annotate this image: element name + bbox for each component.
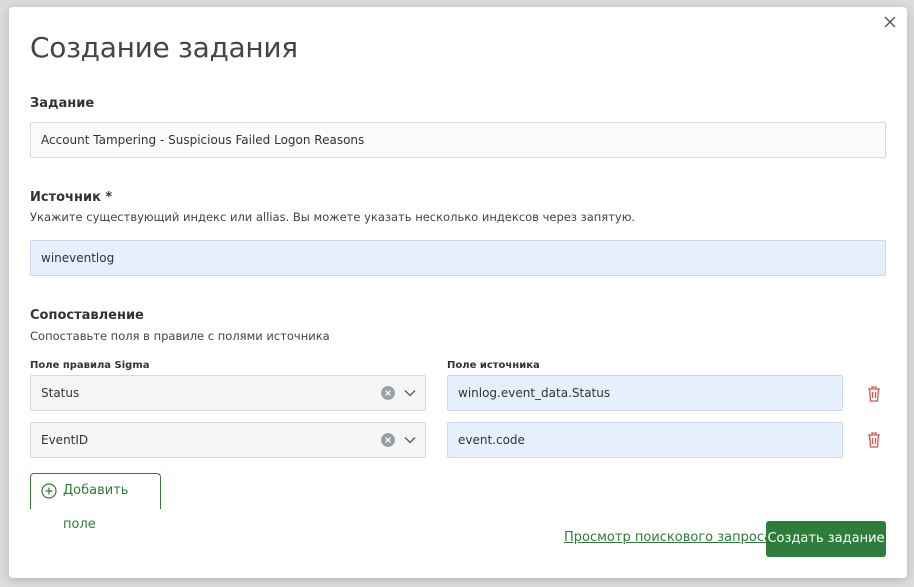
preview-query-link[interactable]: Просмотр поискового запроса [564, 530, 772, 545]
source-field-input[interactable]: winlog.event_data.Status [447, 375, 843, 411]
source-input[interactable]: wineventlog [30, 240, 886, 276]
mapping-label: Сопоставление [30, 308, 144, 323]
rule-field-value: EventID [41, 433, 89, 447]
trash-icon[interactable] [866, 431, 882, 449]
task-input[interactable]: Account Tampering - Suspicious Failed Lo… [30, 122, 886, 158]
source-help-text: Укажите существующий индекс или allias. … [30, 210, 636, 224]
dialog-title: Создание задания [30, 31, 298, 64]
add-field-button[interactable]: Добавить поле [30, 473, 161, 532]
rule-field-column-label: Поле правила Sigma [30, 360, 150, 371]
chevron-down-icon[interactable] [403, 433, 417, 447]
clear-icon[interactable] [381, 386, 395, 400]
mapping-help-text: Сопоставьте поля в правиле с полями исто… [30, 329, 330, 343]
source-field-input[interactable]: event.code [447, 422, 843, 458]
trash-icon[interactable] [866, 385, 882, 403]
create-task-button[interactable]: Создать задание [766, 521, 886, 557]
source-field-column-label: Поле источника [447, 360, 540, 371]
create-task-dialog: Создание задания Задание Account Tamperi… [9, 7, 907, 578]
rule-field-value: Status [41, 386, 80, 400]
clear-icon[interactable] [381, 433, 395, 447]
task-label: Задание [30, 96, 95, 111]
add-field-label: Добавить поле [63, 483, 129, 532]
rule-field-select[interactable]: Status [30, 375, 426, 411]
rule-field-select[interactable]: EventID [30, 422, 426, 458]
chevron-down-icon[interactable] [403, 386, 417, 400]
close-icon[interactable] [881, 13, 899, 31]
plus-circle-icon [41, 483, 57, 499]
source-label: Источник * [30, 190, 113, 205]
